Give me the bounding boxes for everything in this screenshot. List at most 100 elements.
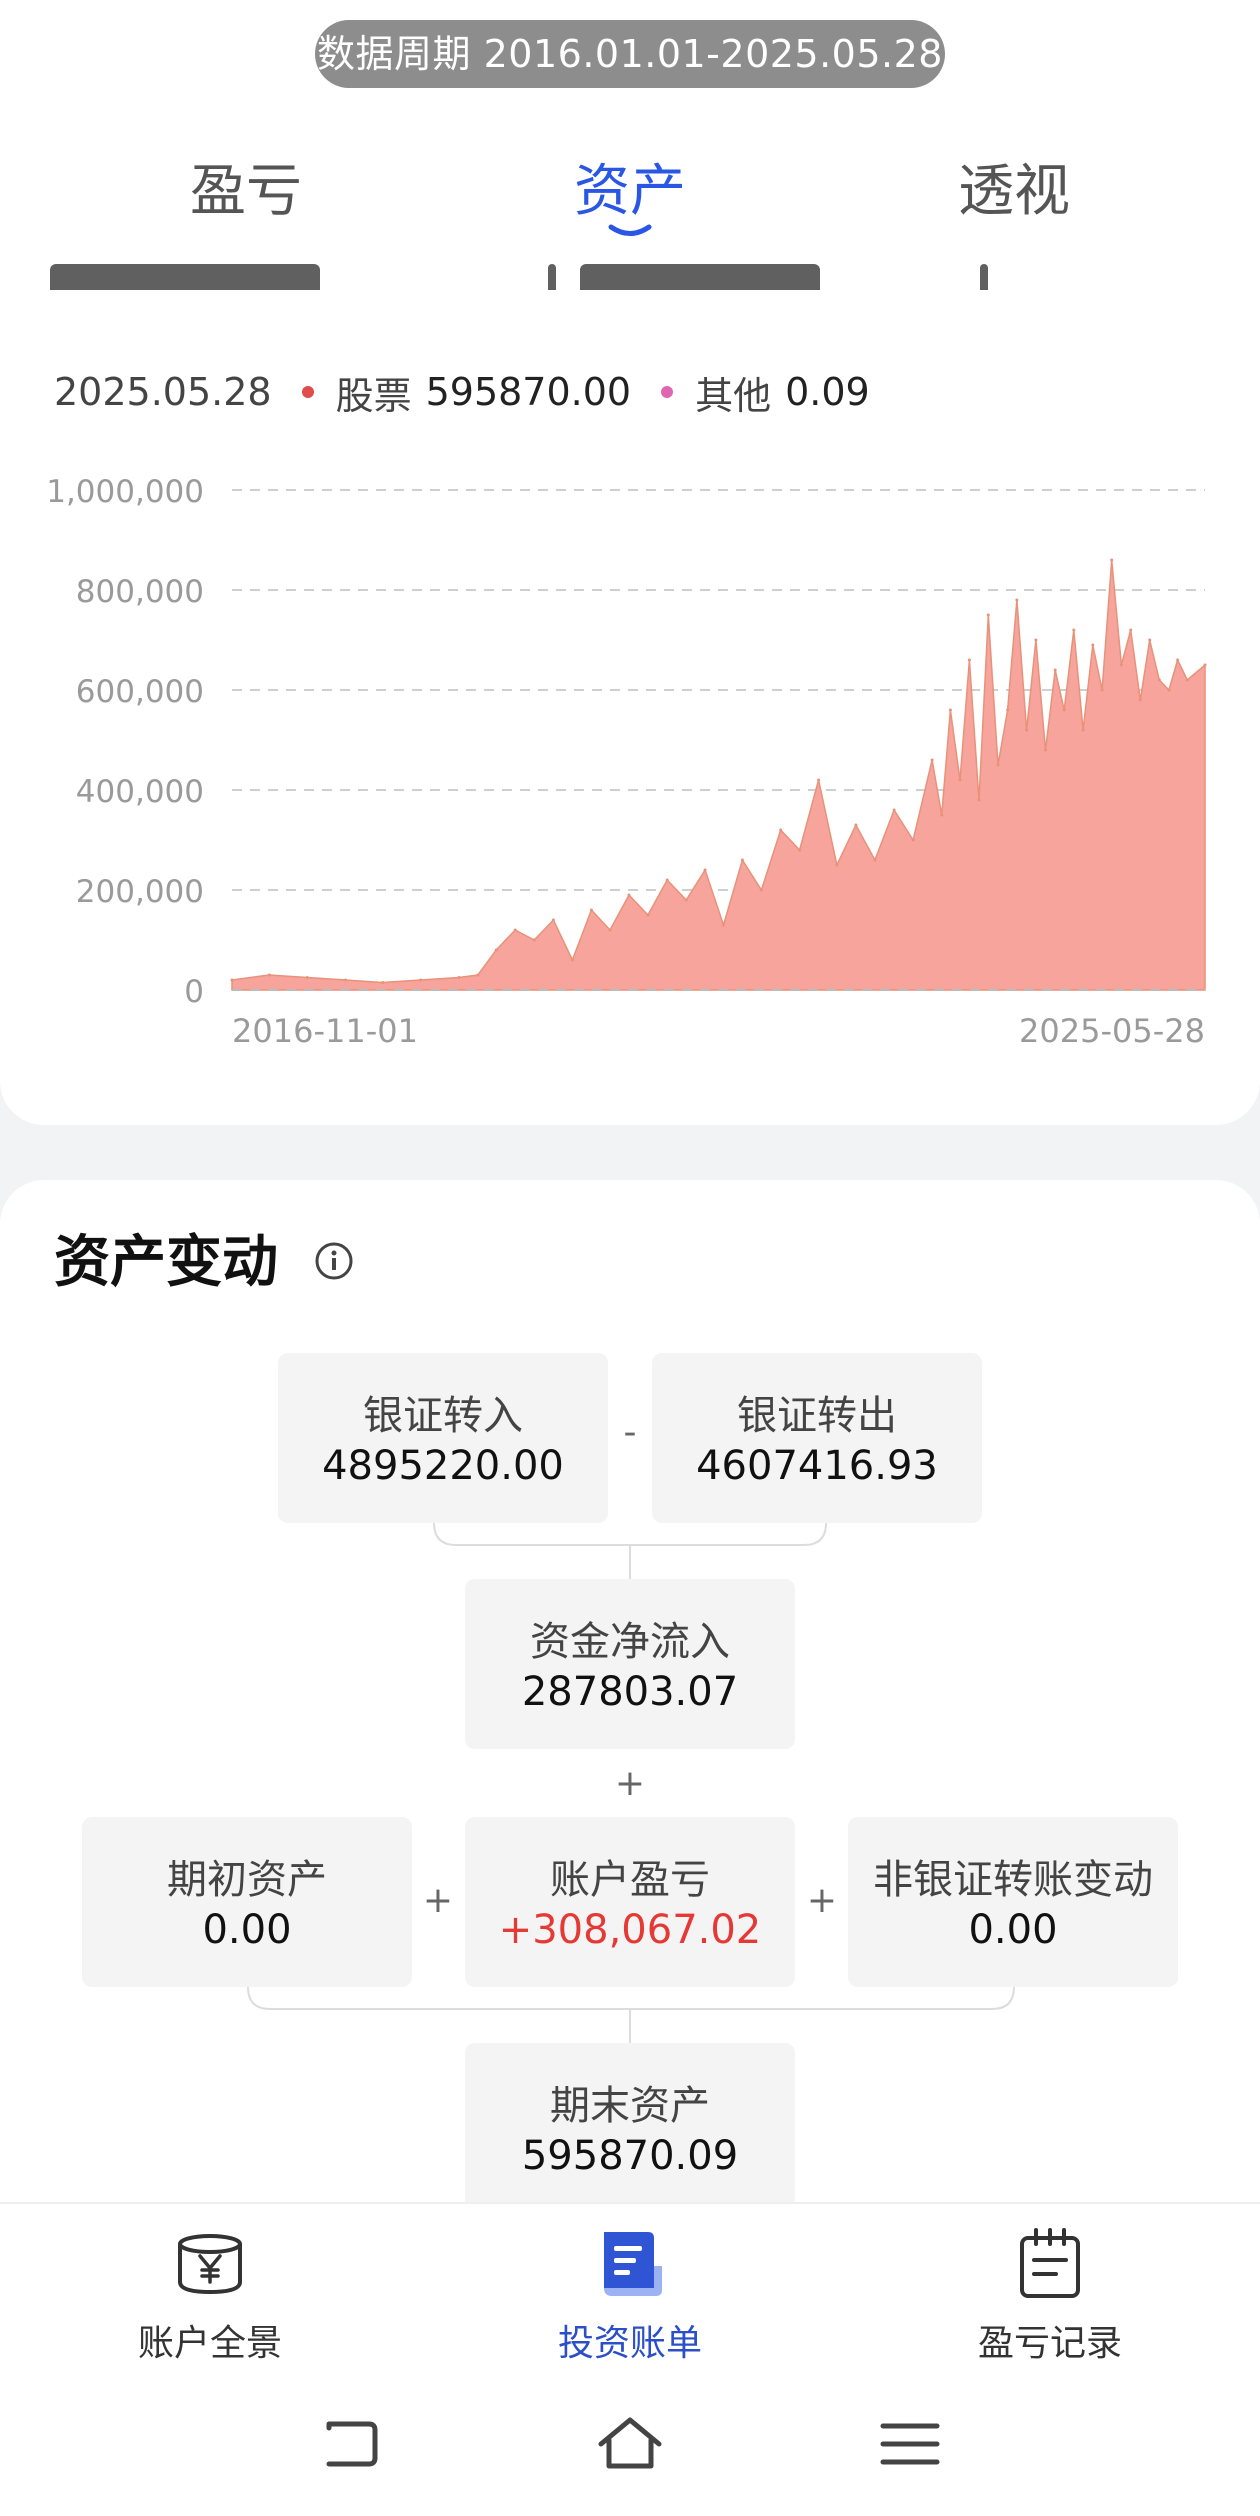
data-point [930, 758, 934, 762]
data-point [940, 813, 944, 817]
final-asset-box: 期末资产 595870.09 [465, 2043, 795, 2213]
account-pnl-value: +308,067.02 [498, 1907, 762, 1953]
non-bank-transfer-box: 非银证转账变动 0.00 [848, 1817, 1178, 1987]
bill-icon [604, 2232, 662, 2296]
y-tick-label: 0 [184, 974, 204, 1010]
initial-asset-label: 期初资产 [167, 1857, 327, 1903]
data-point [1185, 678, 1189, 682]
connector-row1 [433, 1523, 827, 1579]
data-point [1015, 598, 1019, 602]
y-tick-label: 1,000,000 [46, 474, 204, 510]
non-bank-transfer-label: 非银证转账变动 [873, 1857, 1153, 1903]
data-point [589, 908, 593, 912]
home-icon[interactable] [595, 2410, 665, 2480]
asset-change-title: 资产变动 [54, 1230, 278, 1295]
plus-operator-vertical: + [614, 1763, 646, 1804]
y-tick-label: 800,000 [76, 574, 204, 610]
y-tick-label: 200,000 [76, 874, 204, 910]
account-pnl-label: 账户盈亏 [550, 1857, 710, 1903]
legend-name-other: 其他 [695, 373, 772, 418]
data-point [1138, 698, 1142, 702]
initial-asset-box: 期初资产 0.00 [82, 1817, 412, 1987]
data-point [977, 798, 981, 802]
net-inflow-box: 资金净流入 287803.07 [465, 1579, 795, 1749]
data-point [986, 613, 990, 617]
plus-operator-right: + [806, 1880, 838, 1921]
connector-row3 [247, 1987, 1015, 2043]
data-point [1072, 628, 1076, 632]
data-point [494, 948, 498, 952]
nav-label-account-overview: 账户全景 [137, 2323, 282, 2364]
data-point [759, 888, 763, 892]
account-pnl-box: 账户盈亏 +308,067.02 [465, 1817, 795, 1987]
data-point [267, 973, 271, 977]
wallet-yen-icon [178, 2234, 242, 2295]
data-point [381, 981, 385, 984]
data-point [570, 958, 574, 962]
data-point [1025, 728, 1029, 732]
data-point [958, 778, 962, 782]
tab-perspective[interactable]: 透视 [958, 152, 1070, 232]
menu-icon[interactable] [875, 2410, 945, 2480]
asset-area-chart[interactable]: 1,000,000 800,000 600,000 400,000 200,000 0 20… [0, 440, 1260, 1080]
data-point [1203, 663, 1207, 667]
data-point [798, 848, 802, 852]
legend-dot-other [661, 386, 674, 398]
data-point [627, 893, 631, 897]
data-point [419, 978, 423, 982]
scrolled-clipped-text [50, 250, 1050, 290]
data-point [665, 878, 669, 882]
legend-date: 2025.05.28 [54, 370, 272, 414]
data-point [854, 823, 858, 827]
data-point [476, 973, 480, 977]
legend-value-stock: 595870.00 [425, 370, 632, 414]
data-point [1091, 643, 1095, 647]
data-point [305, 976, 309, 979]
non-bank-transfer-value: 0.00 [968, 1907, 1058, 1953]
data-point [740, 858, 744, 862]
data-point [911, 838, 915, 842]
legend-name-stock: 股票 [335, 373, 412, 418]
data-point [1062, 708, 1066, 712]
data-point [1081, 728, 1085, 732]
bank-out-box: 银证转出 4607416.93 [652, 1353, 982, 1523]
x-tick-label: 2025-05-28 [1019, 1012, 1205, 1050]
data-point [513, 928, 517, 932]
data-point [551, 918, 555, 922]
data-point [1148, 638, 1152, 642]
data-point [1110, 558, 1114, 562]
tab-assets[interactable]: 资产 [574, 152, 686, 232]
y-tick-label: 400,000 [76, 774, 204, 810]
bank-in-box: 银证转入 4895220.00 [278, 1353, 608, 1523]
data-point [817, 778, 821, 782]
data-point [1176, 658, 1180, 662]
bank-in-label: 银证转入 [363, 1393, 523, 1439]
data-point [1034, 638, 1038, 642]
nav-pnl-records[interactable]: 盈亏记录 [900, 2204, 1200, 2372]
back-icon[interactable] [315, 2410, 385, 2480]
net-inflow-value: 287803.07 [521, 1669, 739, 1715]
top-section: 数据周期 2016.01.01-2025.05.28 盈亏 资产 透视 2025… [0, 0, 1260, 1125]
data-point [532, 938, 536, 942]
plus-operator-left: + [422, 1880, 454, 1921]
active-tab-indicator [608, 224, 652, 236]
info-icon[interactable] [314, 1241, 354, 1281]
data-point [1157, 678, 1161, 682]
nav-account-overview[interactable]: 账户全景 [60, 2204, 360, 2372]
data-point [1119, 663, 1123, 667]
data-point [1100, 688, 1104, 692]
data-point [344, 978, 347, 982]
data-point [1129, 628, 1133, 632]
net-inflow-label: 资金净流入 [530, 1619, 730, 1665]
bank-out-value: 4607416.93 [696, 1443, 938, 1489]
data-point [1006, 708, 1010, 712]
area-series-stock [231, 559, 1206, 991]
tab-pnl[interactable]: 盈亏 [190, 152, 302, 232]
data-point [779, 828, 783, 832]
data-point [835, 863, 839, 867]
bottom-nav-bar: 账户全景 投资账单 盈亏记录 [0, 2202, 1260, 2372]
data-point [948, 708, 952, 712]
data-point [892, 808, 896, 812]
data-point [230, 978, 234, 982]
nav-investment-bill[interactable]: 投资账单 [480, 2204, 780, 2372]
